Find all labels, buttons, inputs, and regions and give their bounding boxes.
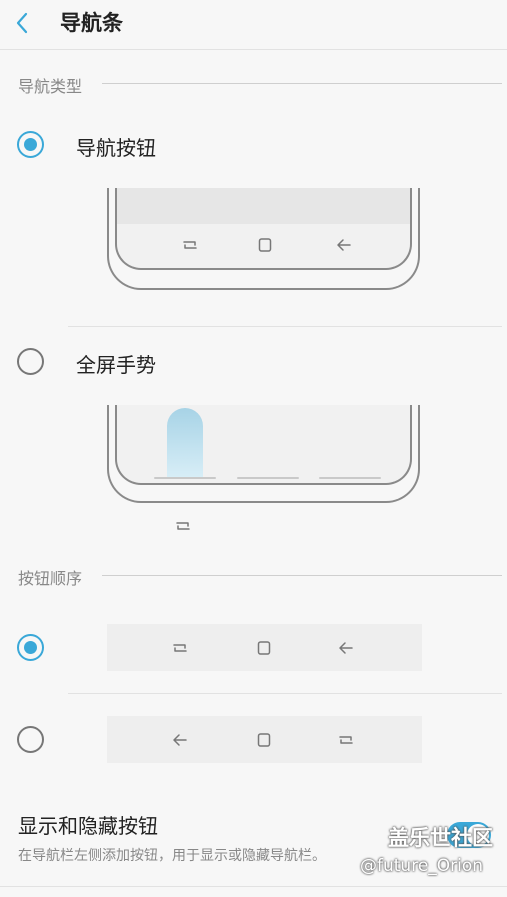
button-order-option-1[interactable] [107, 624, 422, 671]
home-icon [257, 641, 271, 655]
nav-buttons-radio[interactable] [17, 131, 44, 158]
back-button[interactable] [8, 6, 38, 40]
section-divider [102, 575, 502, 576]
section-title: 按钮顺序 [18, 569, 83, 588]
home-icon [257, 733, 271, 747]
option-divider [68, 693, 502, 694]
swipe-gesture-indicator [167, 408, 203, 478]
nav-buttons-label[interactable]: 导航按钮 [76, 132, 156, 161]
button-order-option-1-radio[interactable] [17, 634, 44, 661]
app-bar: 导航条 [0, 0, 507, 50]
recent-apps-icon [173, 644, 187, 652]
navigation-bar-settings-screen: 导航条 导航类型 导航按钮 全屏手势 按钮顺序 显示和隐藏按钮 在导航栏左侧添加… [0, 0, 507, 897]
fullscreen-gestures-illustration[interactable] [107, 405, 420, 503]
nav-buttons-illustration[interactable] [107, 188, 420, 290]
gesture-zone [319, 477, 381, 479]
watermark-handle: @future_Orion [360, 856, 484, 876]
show-hide-buttons-description: 在导航栏左侧添加按钮，用于显示或隐藏导航栏。 [18, 848, 326, 864]
show-hide-buttons-title[interactable]: 显示和隐藏按钮 [18, 810, 158, 839]
recent-apps-icon [183, 241, 197, 249]
section-header-nav-type: 导航类型 [18, 73, 503, 96]
phone-screen [115, 405, 412, 485]
phone-screen [115, 188, 412, 270]
watermark-text: 盖乐世社区 [388, 826, 493, 850]
button-order-option-2[interactable] [107, 716, 422, 763]
button-order-option-2-radio[interactable] [17, 726, 44, 753]
section-divider [102, 83, 502, 84]
recent-apps-icon [176, 522, 190, 530]
gesture-zone [237, 477, 299, 479]
back-icon [173, 734, 187, 746]
fullscreen-gestures-label[interactable]: 全屏手势 [76, 349, 156, 378]
chevron-left-icon [16, 12, 28, 34]
section-header-button-order: 按钮顺序 [18, 565, 503, 588]
screen-content-area [117, 188, 410, 224]
back-icon [339, 642, 353, 654]
bottom-divider [0, 886, 507, 887]
option-divider [68, 326, 502, 327]
home-icon [258, 238, 272, 252]
section-title: 导航类型 [18, 77, 83, 96]
back-icon [337, 239, 351, 251]
gesture-zone [154, 477, 216, 479]
recent-apps-icon [339, 736, 353, 744]
page-title: 导航条 [60, 11, 123, 35]
fullscreen-gestures-radio[interactable] [17, 348, 44, 375]
